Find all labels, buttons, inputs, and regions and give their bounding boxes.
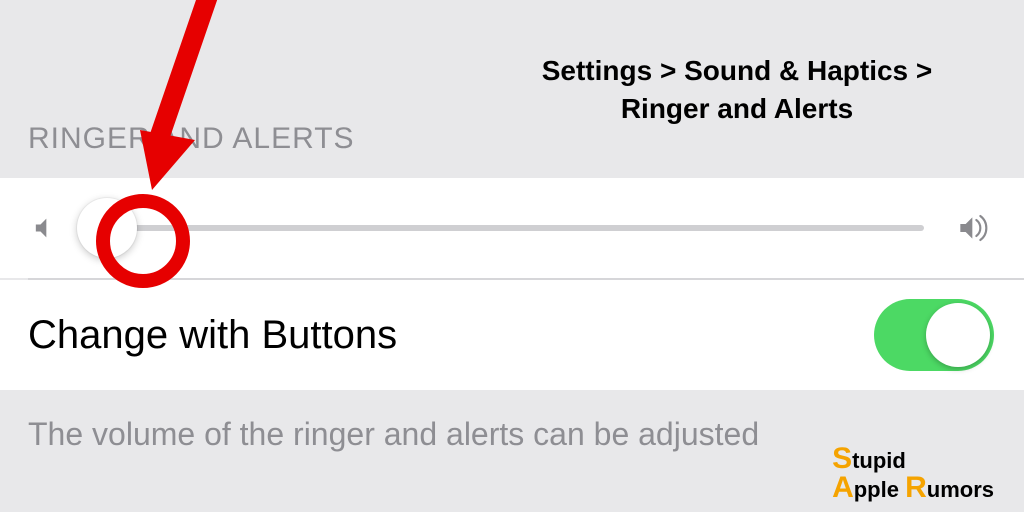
- section-header-ringer-alerts: RINGER AND ALERTS: [0, 122, 1024, 178]
- change-with-buttons-row: Change with Buttons: [0, 280, 1024, 390]
- switch-knob: [926, 303, 990, 367]
- slider-track-bg: [90, 225, 924, 231]
- volume-high-icon: [956, 212, 994, 244]
- slider-thumb[interactable]: [77, 198, 137, 258]
- volume-slider-row: [0, 178, 1024, 278]
- annotation-breadcrumb: Settings > Sound & Haptics > Ringer and …: [510, 52, 964, 128]
- watermark-logo: Stupid Apple Rumors: [832, 445, 994, 502]
- volume-slider[interactable]: [90, 225, 924, 231]
- change-with-buttons-label: Change with Buttons: [28, 313, 397, 358]
- volume-low-icon: [30, 214, 58, 242]
- change-with-buttons-toggle[interactable]: [874, 299, 994, 371]
